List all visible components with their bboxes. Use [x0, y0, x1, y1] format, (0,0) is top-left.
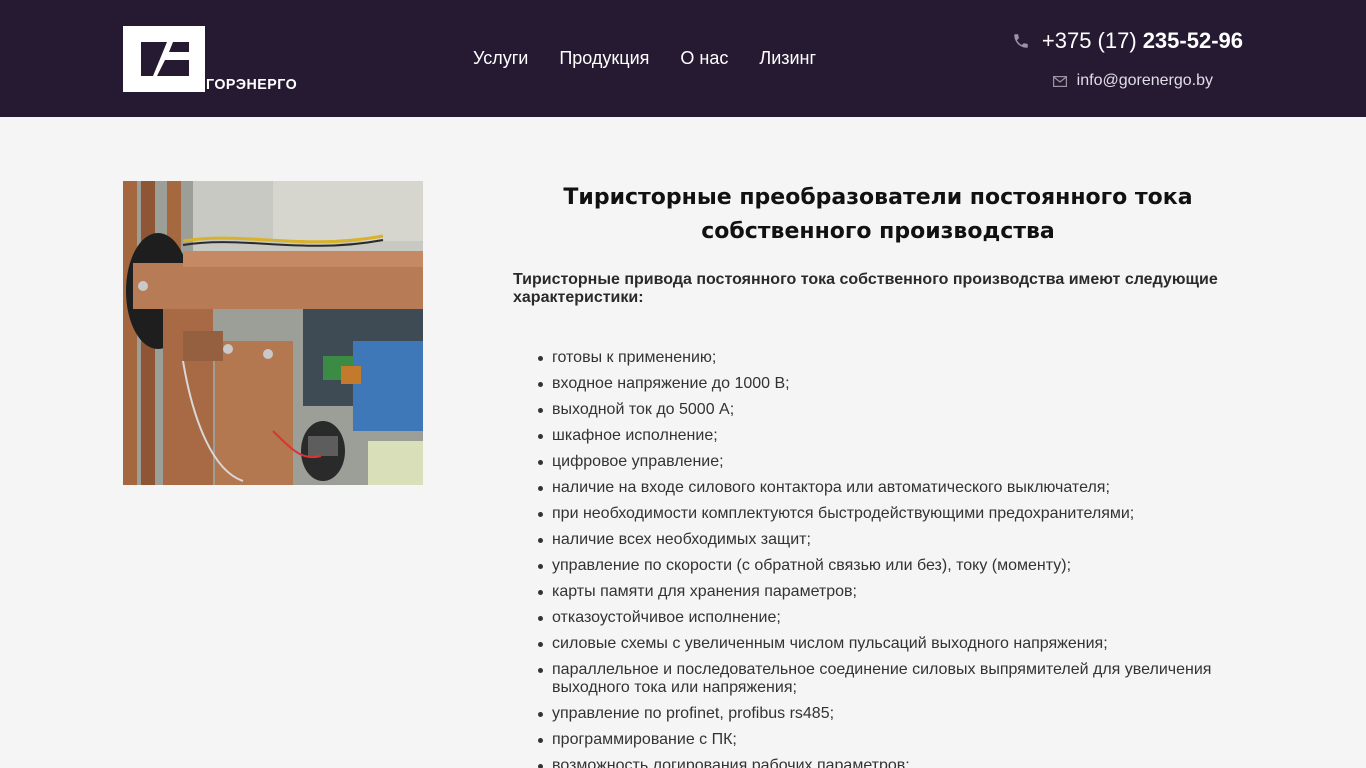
intro-text: Тиристорные привода постоянного тока соб…	[513, 271, 1218, 306]
list-item: готовы к применению;	[538, 349, 1243, 367]
logo[interactable]: ГОРЭНЕРГО	[123, 26, 297, 96]
nav-item-about[interactable]: О нас	[680, 48, 728, 69]
list-item: при необходимости комплектуются быстроде…	[538, 505, 1243, 523]
list-item: отказоустойчивое исполнение;	[538, 609, 1243, 627]
thyristor-converter-image	[123, 181, 423, 485]
list-item: управление по profinet, profibus rs485;	[538, 705, 1243, 723]
nav-item-services[interactable]: Услуги	[473, 48, 528, 69]
list-item: входное напряжение до 1000 В;	[538, 375, 1243, 393]
features-list: готовы к применению; входное напряжение …	[513, 349, 1243, 768]
site-header: ГОРЭНЕРГО Услуги Продукция О нас Лизинг …	[0, 0, 1366, 117]
phone-prefix: +375 (17)	[1041, 28, 1137, 53]
list-item: выходной ток до 5000 А;	[538, 401, 1243, 419]
logo-mark-icon	[123, 26, 205, 92]
phone-number: 235-52-96	[1142, 28, 1243, 53]
page-title: Тиристорные преобразователи постоянного …	[563, 185, 1193, 244]
nav-item-products[interactable]: Продукция	[559, 48, 649, 69]
list-item: программирование с ПК;	[538, 731, 1243, 749]
list-item: управление по скорости (с обратной связь…	[538, 557, 1243, 575]
product-photo	[123, 181, 423, 485]
main-content: Тиристорные преобразователи постоянного …	[513, 181, 1243, 768]
email-link[interactable]: info@gorenergo.by	[1052, 72, 1213, 90]
main-nav: Услуги Продукция О нас Лизинг	[473, 48, 816, 69]
logo-text: ГОРЭНЕРГО	[206, 76, 298, 93]
nav-item-leasing[interactable]: Лизинг	[759, 48, 816, 69]
phone-icon	[1014, 34, 1028, 48]
phone-link[interactable]: +375 (17) 235-52-96	[1012, 28, 1243, 54]
list-item: возможность логирования рабочих параметр…	[538, 757, 1243, 768]
list-item: наличие всех необходимых защит;	[538, 531, 1243, 549]
email-text: info@gorenergo.by	[1076, 72, 1213, 89]
list-item: карты памяти для хранения параметров;	[538, 583, 1243, 601]
list-item: параллельное и последовательное соединен…	[538, 661, 1243, 697]
list-item: наличие на входе силового контактора или…	[538, 479, 1243, 497]
list-item: шкафное исполнение;	[538, 427, 1243, 445]
list-item: силовые схемы с увеличенным числом пульс…	[538, 635, 1243, 653]
list-item: цифровое управление;	[538, 453, 1243, 471]
mail-icon	[1052, 75, 1067, 87]
